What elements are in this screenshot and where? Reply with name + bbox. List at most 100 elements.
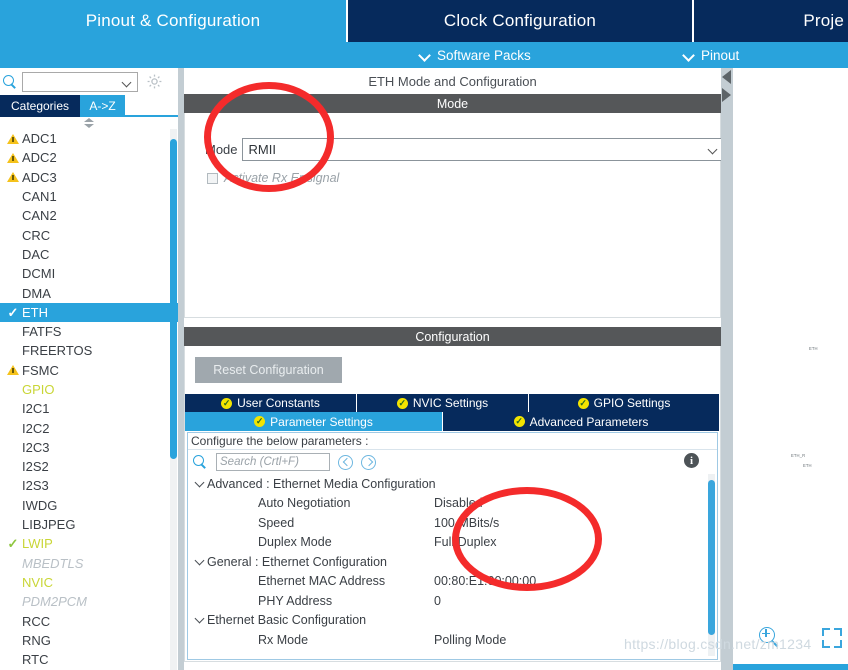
sidebar-item-label: GPIO (22, 382, 55, 397)
parameter-value[interactable]: 0 (434, 594, 441, 608)
tab-a-to-z-label: A->Z (89, 99, 116, 113)
search-next-icon[interactable] (361, 454, 376, 470)
sidebar-item-nvic[interactable]: NVIC (0, 573, 178, 592)
info-icon[interactable]: i (684, 453, 699, 468)
reset-configuration-button[interactable]: Reset Configuration (195, 357, 342, 383)
tab-pinout-configuration[interactable]: Pinout & Configuration (0, 0, 346, 42)
sidebar-item-i2c2[interactable]: I2C2 (0, 418, 178, 437)
sidebar-item-rng[interactable]: RNG (0, 631, 178, 650)
sidebar-item-pdm2pcm[interactable]: PDM2PCM (0, 592, 178, 611)
gear-icon[interactable] (146, 73, 163, 90)
sidebar-item-libjpeg[interactable]: LIBJPEG (0, 515, 178, 534)
sidebar-item-dma[interactable]: DMA (0, 283, 178, 302)
sidebar-scrollbar[interactable] (170, 129, 177, 670)
subtab-software-packs[interactable]: Software Packs (420, 42, 531, 68)
sidebar-item-eth[interactable]: ✓ ETH (0, 302, 178, 322)
parameter-tree-scrollbar[interactable] (708, 474, 715, 656)
warning-triangle-icon (4, 152, 22, 163)
parameter-name: Auto Negotiation (258, 496, 351, 511)
sidebar-item-can2[interactable]: CAN2 (0, 206, 178, 225)
sidebar-item-gpio[interactable]: GPIO (0, 380, 178, 399)
tab-clock-configuration[interactable]: Clock Configuration (346, 0, 692, 42)
tab-a-to-z[interactable]: A->Z (80, 95, 125, 117)
tab-user-constants[interactable]: User Constants (185, 394, 357, 412)
chevron-down-icon[interactable] (191, 555, 207, 566)
sidebar-item-rcc[interactable]: RCC (0, 611, 178, 630)
sidebar-item-mbedtls[interactable]: MBEDTLS (0, 554, 178, 573)
sidebar-splitter-handle[interactable] (0, 117, 178, 129)
sidebar-item-adc1[interactable]: ADC1 (0, 129, 178, 148)
parameter-value[interactable]: 00:80:E1:00:00:00 (434, 574, 536, 588)
sidebar-item-i2c1[interactable]: I2C1 (0, 399, 178, 418)
sidebar-item-iwdg[interactable]: IWDG (0, 496, 178, 515)
chevron-down-icon[interactable] (191, 477, 207, 488)
warning-triangle-glyph (7, 152, 19, 163)
parameter-tree[interactable]: Advanced : Ethernet Media Configuration A… (188, 474, 717, 656)
sidebar-item-dcmi[interactable]: DCMI (0, 264, 178, 283)
parameter-name: PHY Address (258, 593, 333, 608)
parameter-search-input[interactable]: Search (Crtl+F) (216, 453, 330, 471)
sidebar-item-crc[interactable]: CRC (0, 225, 178, 244)
sidebar-item-label: DAC (22, 246, 50, 262)
peripheral-list[interactable]: ADC1 ADC2 ADC3 CAN1 CAN2 CRC DAC DCMI DMA ✓ ETH FAT… (0, 129, 178, 670)
chevron-glyph (194, 555, 204, 566)
parameter-row[interactable]: Duplex Mode Full Duplex (188, 533, 717, 553)
tab-label: Parameter Settings (270, 414, 373, 429)
sidebar-item-can1[interactable]: CAN1 (0, 187, 178, 206)
sidebar-item-adc2[interactable]: ADC2 (0, 148, 178, 167)
sidebar-item-freertos[interactable]: FREERTOS (0, 341, 178, 360)
parameter-group-row[interactable]: General : Ethernet Configuration (188, 552, 717, 572)
subtab-pinout[interactable]: Pinout (684, 42, 739, 68)
tab-parameter-settings[interactable]: Parameter Settings (185, 412, 443, 431)
parameter-value[interactable]: 100 MBits/s (434, 516, 499, 530)
corner-mark (834, 640, 842, 648)
tab-categories-label: Categories (10, 99, 70, 113)
chevron-down-icon[interactable] (191, 613, 207, 624)
activate-rx-er-row[interactable]: Activate Rx Er signal (207, 171, 339, 185)
collapse-right-arrow-icon[interactable] (722, 88, 731, 102)
sidebar-item-fsmc[interactable]: FSMC (0, 361, 178, 380)
tab-nvic-settings[interactable]: NVIC Settings (357, 394, 529, 412)
tab-gpio-settings[interactable]: GPIO Settings (529, 394, 720, 412)
parameter-tree-scrollbar-thumb[interactable] (708, 480, 715, 635)
sidebar-item-fatfs[interactable]: FATFS (0, 322, 178, 341)
sidebar-item-label: RNG (22, 632, 51, 648)
parameter-group-row[interactable]: Ethernet Basic Configuration (188, 611, 717, 631)
configuration-section-body: Reset Configuration User Constants NVIC S… (184, 346, 721, 662)
parameter-row[interactable]: Auto Negotiation Disabled (188, 494, 717, 514)
sidebar-item-i2c3[interactable]: I2C3 (0, 438, 178, 457)
sidebar-item-label: ADC3 (22, 169, 57, 185)
sidebar-item-label: LIBJPEG (22, 517, 76, 533)
parameter-value[interactable]: Polling Mode (434, 633, 506, 647)
sidebar-item-lwip[interactable]: ✓ LWIP (0, 534, 178, 553)
panel-splitter[interactable] (721, 68, 733, 670)
sidebar-item-adc3[interactable]: ADC3 (0, 168, 178, 187)
parameter-group-row[interactable]: Advanced : Ethernet Media Configuration (188, 474, 717, 494)
mode-dropdown[interactable]: RMII (241, 138, 727, 161)
collapse-left-arrow-icon[interactable] (722, 70, 731, 84)
chip-pinout-view[interactable]: ETH ETH_R ETH (733, 68, 848, 670)
parameter-name: Speed (258, 515, 295, 530)
parameter-row[interactable]: Speed 100 MBits/s (188, 513, 717, 533)
sidebar-item-rtc[interactable]: RTC (0, 650, 178, 669)
subtab-software-packs-label: Software Packs (437, 47, 531, 63)
parameter-row[interactable]: Ethernet MAC Address 00:80:E1:00:00:00 (188, 572, 717, 592)
fit-to-screen-icon[interactable] (822, 628, 842, 648)
sidebar-item-label: PDM2PCM (22, 594, 88, 610)
sidebar-item-label: CRC (22, 227, 51, 243)
sidebar-scrollbar-thumb[interactable] (170, 139, 177, 459)
tab-categories[interactable]: Categories (0, 95, 80, 117)
activate-rx-er-checkbox[interactable] (207, 172, 218, 184)
sidebar-view-tabs: Categories A->Z (0, 95, 184, 117)
parameter-value[interactable]: Disabled (434, 496, 483, 510)
sidebar-item-i2s2[interactable]: I2S2 (0, 457, 178, 476)
tab-project-manager[interactable]: Proje (692, 0, 848, 42)
sidebar-search-input[interactable] (22, 71, 138, 92)
parameter-value[interactable]: Full Duplex (434, 535, 497, 549)
search-previous-icon[interactable] (338, 454, 353, 470)
parameter-row[interactable]: PHY Address 0 (188, 591, 717, 611)
sidebar-item-i2s3[interactable]: I2S3 (0, 476, 178, 495)
tab-advanced-parameters[interactable]: Advanced Parameters (443, 412, 720, 431)
sidebar-item-dac[interactable]: DAC (0, 245, 178, 264)
chevron-down-icon (420, 50, 431, 61)
